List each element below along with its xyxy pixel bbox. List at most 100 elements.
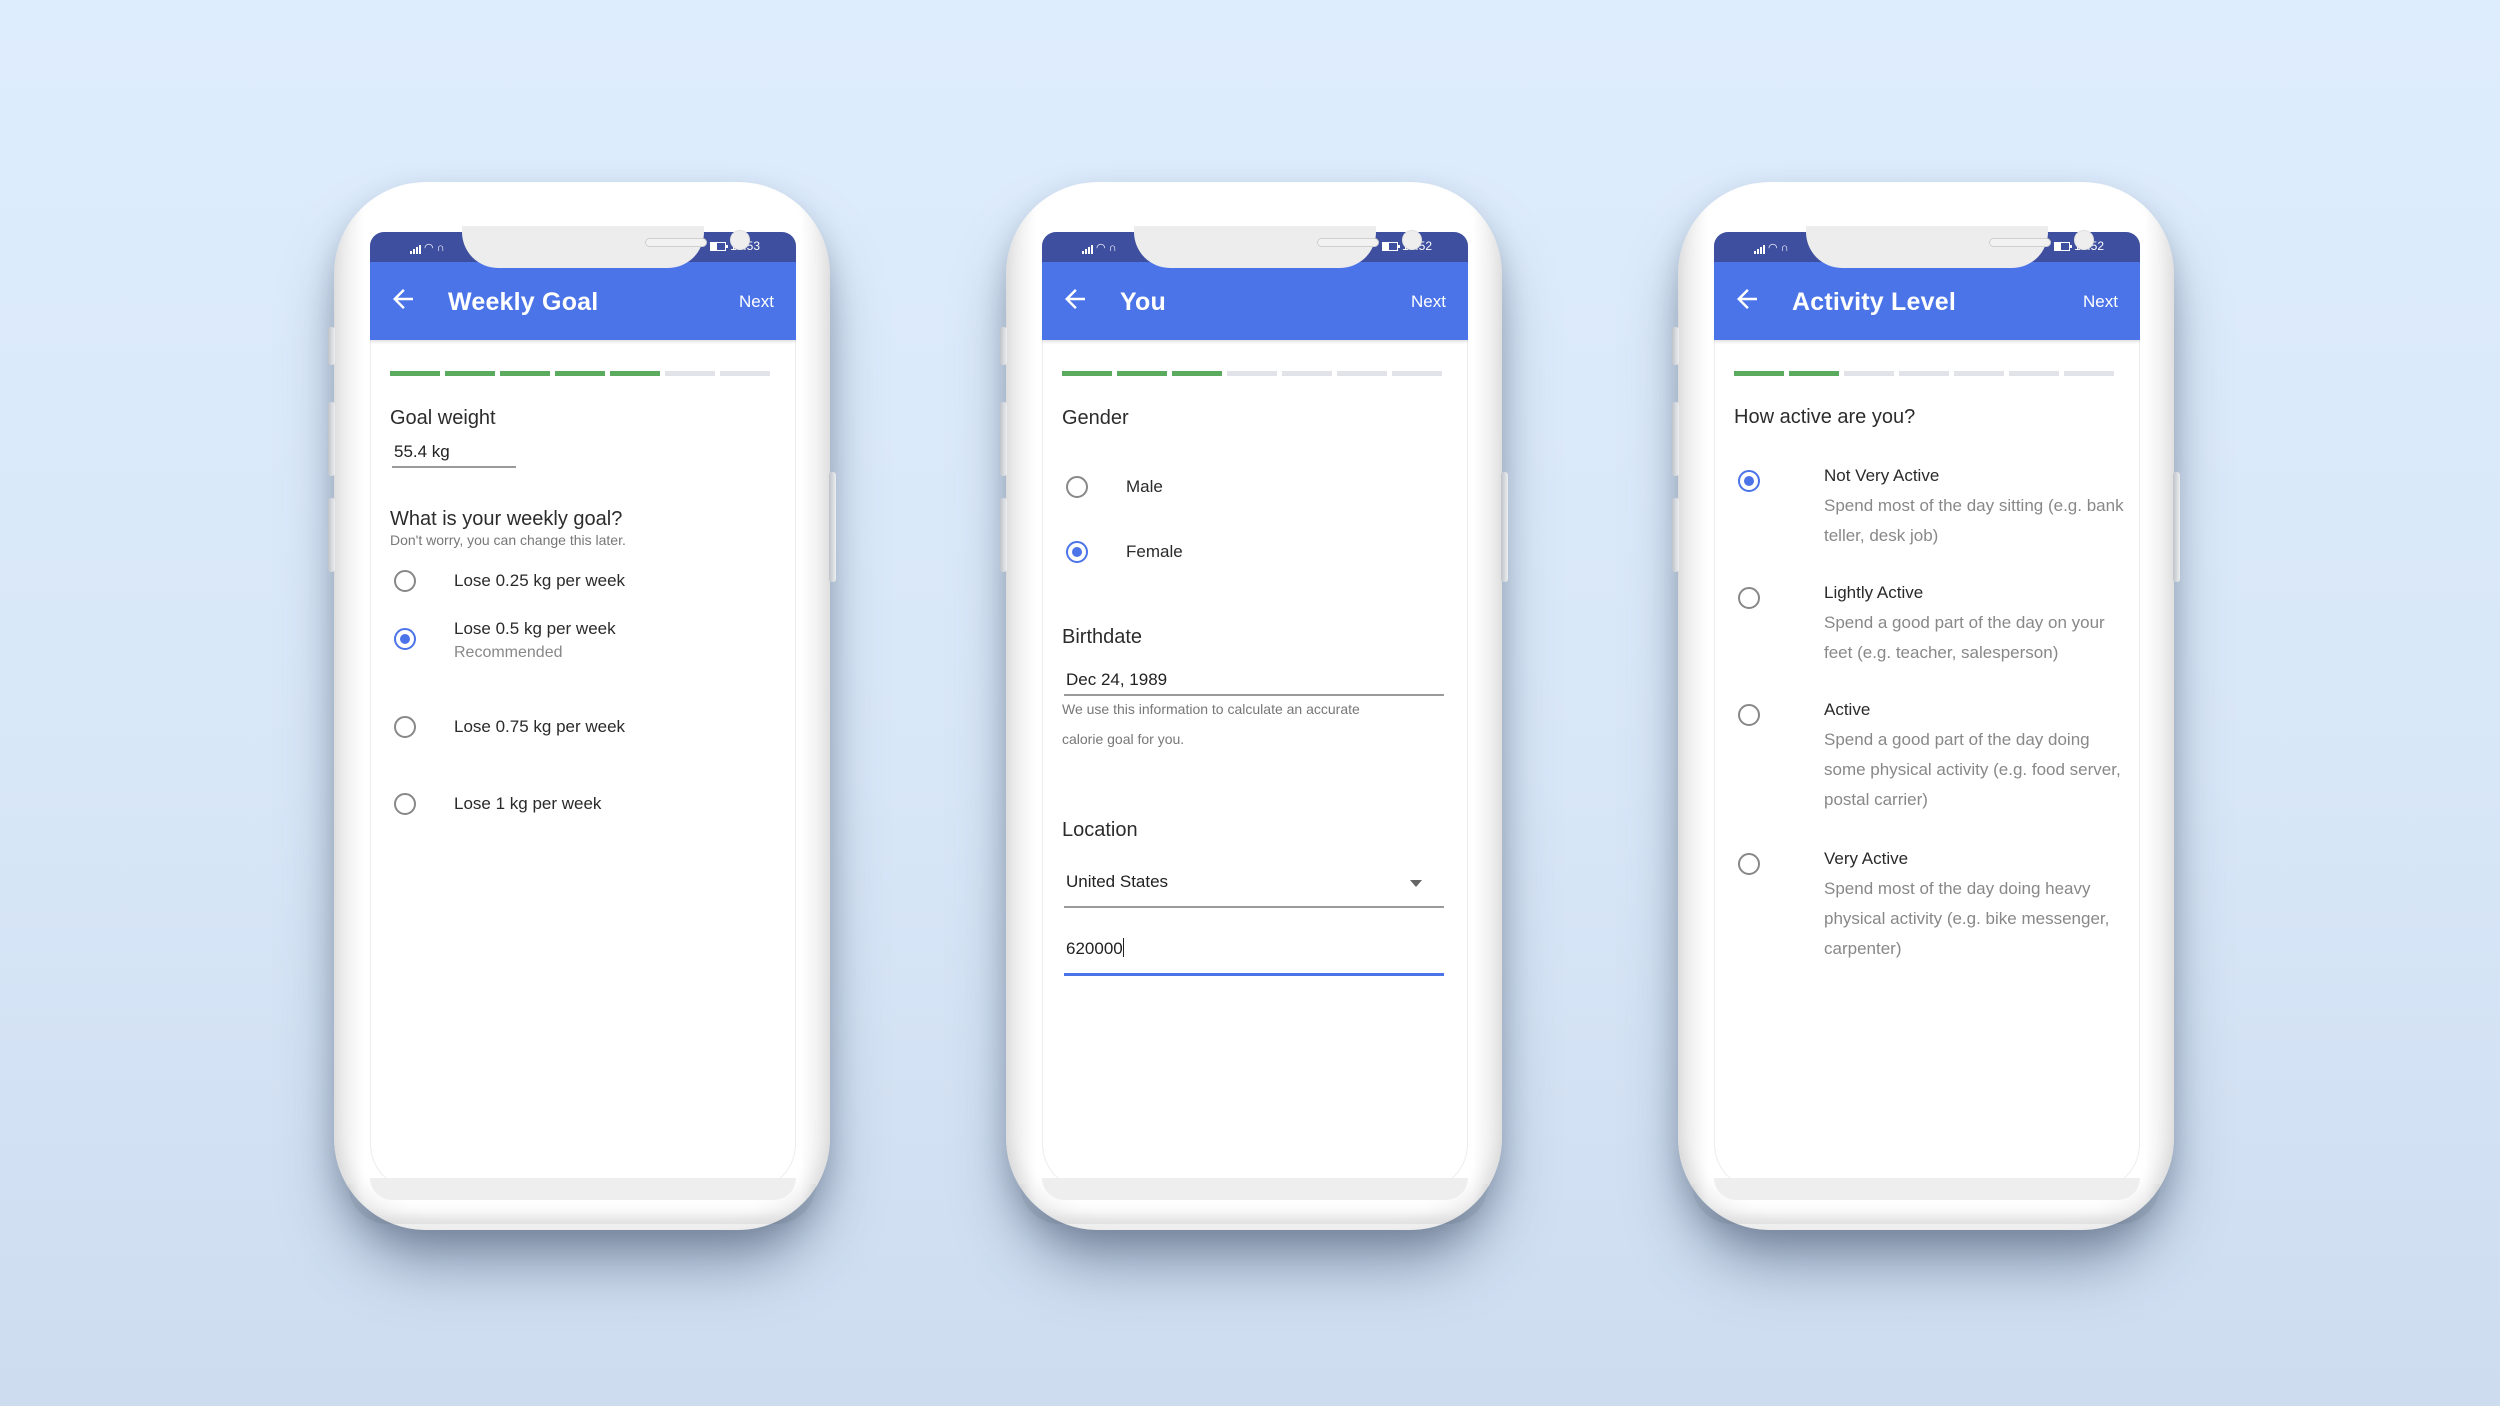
location-label: Location [1062, 819, 1138, 841]
progress-step-pending [1227, 371, 1277, 376]
text-cursor [1122, 938, 1124, 957]
progress-step-done [1789, 371, 1839, 376]
progress-step-pending [2064, 371, 2114, 376]
goal-weight-input[interactable]: 55.4 kg [392, 442, 516, 468]
progress-step-pending [2009, 371, 2059, 376]
arrow-left-icon[interactable] [388, 284, 418, 314]
arrow-left-icon[interactable] [1732, 284, 1762, 314]
side-button [1000, 327, 1007, 365]
screen: ◠ ∩ 10:52 Activity Level Next How active… [1714, 232, 2140, 1190]
option-label: Male [1126, 477, 1163, 496]
option-description: Spend most of the day doing heavy physic… [1824, 879, 2110, 958]
progress-step-done [610, 371, 660, 376]
next-button[interactable]: Next [1411, 292, 1446, 312]
notch [1806, 226, 2094, 268]
radio-button[interactable] [1738, 587, 1760, 609]
postal-code-input[interactable]: 620000 [1064, 938, 1444, 976]
progress-step-pending [1337, 371, 1387, 376]
dropdown-arrow-icon [1410, 880, 1422, 887]
progress-step-done [500, 371, 550, 376]
front-camera [2074, 230, 2094, 250]
arrow-left-icon[interactable] [1060, 284, 1090, 314]
volume-down-button [1672, 498, 1679, 572]
option-label: Female [1126, 542, 1183, 561]
signal-icon [410, 245, 421, 254]
status-icons: ◠ ∩ [1082, 241, 1117, 254]
power-button [829, 472, 836, 582]
bottom-bezel [1714, 1178, 2140, 1200]
signal-icon [1754, 245, 1765, 254]
power-button [1501, 472, 1508, 582]
progress-step-done [555, 371, 605, 376]
battery-icon [1381, 241, 1400, 251]
option-description: Spend most of the day sitting (e.g. bank… [1824, 496, 2124, 545]
status-icons: ◠ ∩ [410, 241, 445, 254]
notch [1134, 226, 1422, 268]
volume-down-button [328, 498, 335, 572]
next-button[interactable]: Next [739, 292, 774, 312]
volume-up-button [1672, 402, 1679, 476]
progress-step-pending [1282, 371, 1332, 376]
progress-step-done [1062, 371, 1112, 376]
progress-step-pending [1392, 371, 1442, 376]
option-label: Lose 1 kg per week [454, 794, 602, 813]
country-value: United States [1066, 872, 1169, 891]
radio-button-selected[interactable] [1738, 470, 1760, 492]
phone-weekly-goal: ◠ ∩ 10:53 Weekly Goal Next Goal weight 5… [328, 182, 836, 1230]
radio-button[interactable] [1738, 853, 1760, 875]
radio-button[interactable] [394, 716, 416, 738]
speaker [1989, 238, 2051, 247]
option-sublabel: Recommended [454, 644, 563, 661]
side-button [328, 327, 335, 365]
birthdate-hint-line2: calorie goal for you. [1062, 731, 1185, 747]
page-title: Activity Level [1792, 288, 1956, 316]
step-progress [1062, 371, 1442, 376]
option-label: Very Active [1824, 849, 1909, 868]
wifi-icon: ◠ [424, 242, 434, 254]
speaker [1317, 238, 1379, 247]
next-button[interactable]: Next [2083, 292, 2118, 312]
activity-question: How active are you? [1734, 406, 1916, 428]
radio-button[interactable] [394, 570, 416, 592]
gender-label: Gender [1062, 407, 1129, 429]
battery-icon [709, 241, 728, 251]
birthdate-input[interactable]: Dec 24, 1989 [1064, 670, 1444, 696]
notch [462, 226, 750, 268]
progress-step-pending [1954, 371, 2004, 376]
app-bar: Activity Level Next [1714, 262, 2140, 340]
radio-button[interactable] [394, 793, 416, 815]
wifi-icon: ◠ [1096, 242, 1106, 254]
side-button [1672, 327, 1679, 365]
page-title: Weekly Goal [448, 288, 599, 316]
volume-up-button [328, 402, 335, 476]
radio-button[interactable] [1066, 476, 1088, 498]
battery-icon [2053, 241, 2072, 251]
page-title: You [1120, 288, 1166, 316]
app-bar: You Next [1042, 262, 1468, 340]
option-description: Spend a good part of the day on your fee… [1824, 613, 2105, 662]
progress-step-done [1117, 371, 1167, 376]
bottom-bezel [1042, 1178, 1468, 1200]
progress-step-done [1172, 371, 1222, 376]
app-bar: Weekly Goal Next [370, 262, 796, 340]
screen: ◠ ∩ 10:52 You Next Gender Male Female Bi… [1042, 232, 1468, 1190]
postal-code-value: 620000 [1066, 939, 1123, 958]
volume-down-button [1000, 498, 1007, 572]
weekly-goal-hint: Don't worry, you can change this later. [390, 532, 626, 548]
progress-step-done [390, 371, 440, 376]
signal-icon [1082, 245, 1093, 254]
phone-you: ◠ ∩ 10:52 You Next Gender Male Female Bi… [1000, 182, 1508, 1230]
birthdate-label: Birthdate [1062, 626, 1143, 648]
radio-button-selected[interactable] [394, 628, 416, 650]
phone-activity-level: ◠ ∩ 10:52 Activity Level Next How active… [1672, 182, 2180, 1230]
headphones-icon: ∩ [436, 242, 445, 254]
front-camera [1402, 230, 1422, 250]
status-icons: ◠ ∩ [1754, 241, 1789, 254]
progress-step-done [445, 371, 495, 376]
radio-button[interactable] [1738, 704, 1760, 726]
option-label: Lose 0.5 kg per week [454, 619, 616, 638]
wifi-icon: ◠ [1768, 242, 1778, 254]
headphones-icon: ∩ [1108, 242, 1117, 254]
radio-button-selected[interactable] [1066, 541, 1088, 563]
country-select[interactable]: United States [1064, 872, 1444, 908]
